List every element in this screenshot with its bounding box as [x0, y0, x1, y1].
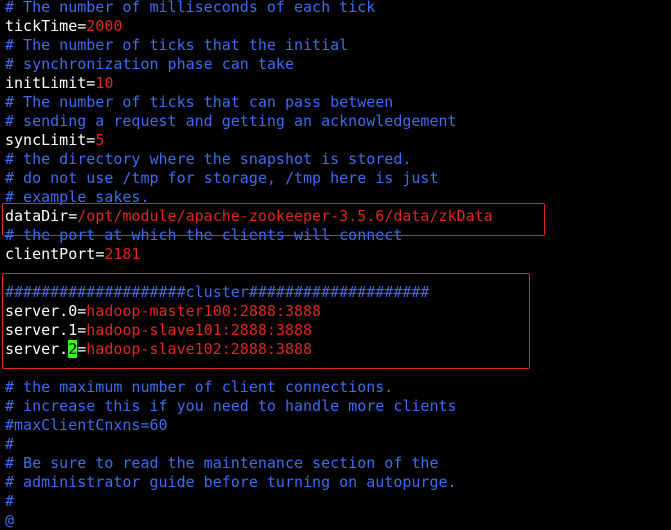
comment-text: # the directory where the snapshot is st… [5, 150, 412, 168]
config-value: hadoop-slave101:2888:3888 [86, 321, 313, 339]
config-line-server-2: server.2=hadoop-slave102:2888:3888 [5, 340, 671, 359]
equals-sign: = [86, 131, 96, 149]
equals-sign: = [77, 340, 87, 358]
comment-line: # The number of ticks that the initial [5, 36, 671, 55]
comment-line: # sending a request and getting an ackno… [5, 112, 671, 131]
config-key: clientPort [5, 245, 96, 263]
config-value: 2000 [86, 17, 123, 35]
comment-text: # [5, 492, 15, 510]
config-line-datadir: dataDir=/opt/module/apache-zookeeper-3.5… [5, 207, 671, 226]
equals-sign: = [77, 302, 87, 320]
comment-text: # The number of ticks that the initial [5, 36, 349, 54]
comment-text: # The number of ticks that can pass betw… [5, 93, 394, 111]
config-value: /opt/module/apache-zookeeper-3.5.6/data/… [77, 207, 493, 225]
config-line-synclimit: syncLimit=5 [5, 131, 671, 150]
comment-text: # increase this if you need to handle mo… [5, 397, 457, 415]
comment-text: # administrator guide before turning on … [5, 473, 457, 491]
comment-text: #maxClientCnxns=60 [5, 416, 168, 434]
comment-text: # example sakes. [5, 188, 150, 206]
comment-line: # synchronization phase can take [5, 55, 671, 74]
comment-line: # do not use /tmp for storage, /tmp here… [5, 169, 671, 188]
comment-text: # synchronization phase can take [5, 55, 294, 73]
config-line-ticktime: tickTime=2000 [5, 17, 671, 36]
config-value: hadoop-master100:2888:3888 [86, 302, 322, 320]
comment-line: # The number of ticks that can pass betw… [5, 93, 671, 112]
comment-line: # increase this if you need to handle mo… [5, 397, 671, 416]
comment-line: # the directory where the snapshot is st… [5, 150, 671, 169]
comment-line: # Be sure to read the maintenance sectio… [5, 454, 671, 473]
config-key: dataDir [5, 207, 69, 225]
cluster-header-line: ####################cluster#############… [5, 283, 671, 302]
vim-continuation-line: @ [5, 511, 671, 530]
equals-sign: = [95, 245, 105, 263]
comment-line: # [5, 435, 671, 454]
comment-line: # example sakes. [5, 188, 671, 207]
config-value: hadoop-slave102:2888:3888 [86, 340, 313, 358]
config-key: tickTime [5, 17, 78, 35]
comment-text: # do not use /tmp for storage, /tmp here… [5, 169, 439, 187]
config-value: 5 [95, 131, 105, 149]
config-value: 10 [95, 74, 114, 92]
config-key: server.0 [5, 302, 78, 320]
comment-line: # the port at which the clients will con… [5, 226, 671, 245]
comment-line: #maxClientCnxns=60 [5, 416, 671, 435]
config-key: server.1 [5, 321, 78, 339]
config-key: server. [5, 340, 69, 358]
comment-text: # the maximum number of client connectio… [5, 378, 394, 396]
comment-line: # administrator guide before turning on … [5, 473, 671, 492]
comment-text: # Be sure to read the maintenance sectio… [5, 454, 439, 472]
equals-sign: = [77, 17, 87, 35]
comment-text: ####################cluster#############… [5, 283, 430, 301]
comment-text: # [5, 435, 15, 453]
config-line-server-0: server.0=hadoop-master100:2888:3888 [5, 302, 671, 321]
comment-text: # the port at which the clients will con… [5, 226, 403, 244]
equals-sign: = [68, 207, 78, 225]
config-line-server-1: server.1=hadoop-slave101:2888:3888 [5, 321, 671, 340]
config-value: 2181 [104, 245, 141, 263]
comment-text: # sending a request and getting an ackno… [5, 112, 457, 130]
equals-sign: = [77, 321, 87, 339]
comment-line: # The number of milliseconds of each tic… [5, 0, 671, 17]
config-line-clientport: clientPort=2181 [5, 245, 671, 264]
text-cursor[interactable]: 2 [68, 340, 78, 358]
config-key: syncLimit [5, 131, 87, 149]
vim-editor-buffer[interactable]: # The number of milliseconds of each tic… [5, 0, 671, 530]
continuation-marker: @ [5, 511, 15, 529]
comment-text: # The number of milliseconds of each tic… [5, 0, 376, 16]
config-line-initlimit: initLimit=10 [5, 74, 671, 93]
comment-line: # the maximum number of client connectio… [5, 378, 671, 397]
equals-sign: = [86, 74, 96, 92]
comment-line: # [5, 492, 671, 511]
config-key: initLimit [5, 74, 87, 92]
